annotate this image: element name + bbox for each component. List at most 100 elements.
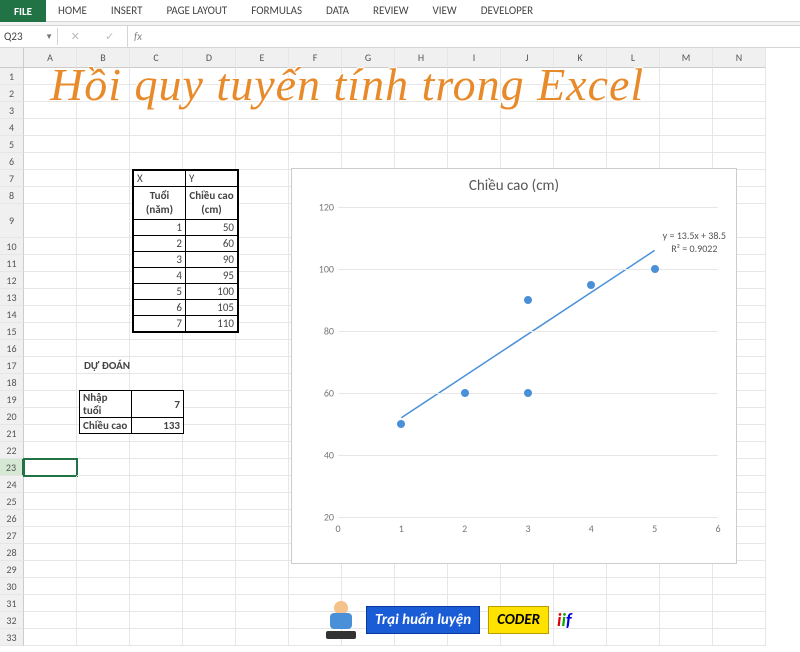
cell[interactable]: [24, 323, 77, 340]
cell[interactable]: [607, 629, 660, 646]
fx-icon[interactable]: fx: [128, 30, 148, 43]
cancel-icon[interactable]: ✕: [71, 30, 80, 43]
row-header-8[interactable]: 8: [0, 187, 24, 204]
cell[interactable]: 100: [186, 284, 238, 300]
cell[interactable]: [236, 255, 289, 272]
row-header-5[interactable]: 5: [0, 136, 24, 153]
cell[interactable]: [183, 561, 236, 578]
row-header-1[interactable]: 1: [0, 68, 24, 85]
cell[interactable]: [183, 510, 236, 527]
cell[interactable]: [77, 204, 130, 238]
cell[interactable]: [77, 595, 130, 612]
grid[interactable]: ABCDEFGHIJKLMN Hồi quy tuyến tính trong …: [24, 48, 800, 652]
row-header-20[interactable]: 20: [0, 408, 24, 425]
cell[interactable]: [660, 629, 713, 646]
cell[interactable]: [77, 153, 130, 170]
cell[interactable]: [183, 425, 236, 442]
cell[interactable]: [77, 476, 130, 493]
cell[interactable]: 95: [186, 268, 238, 284]
row-header-11[interactable]: 11: [0, 255, 24, 272]
tab-formulas[interactable]: FORMULAS: [239, 0, 314, 21]
cell[interactable]: [342, 578, 395, 595]
cell[interactable]: [289, 119, 342, 136]
cell[interactable]: [130, 136, 183, 153]
row-header-2[interactable]: 2: [0, 85, 24, 102]
cell[interactable]: [77, 340, 130, 357]
cell[interactable]: [183, 595, 236, 612]
cell[interactable]: [713, 85, 766, 102]
cell[interactable]: [77, 527, 130, 544]
cell[interactable]: [24, 595, 77, 612]
cell[interactable]: [236, 442, 289, 459]
name-box[interactable]: Q23 ▼: [0, 28, 58, 45]
cell[interactable]: [236, 612, 289, 629]
cell[interactable]: [77, 255, 130, 272]
cell[interactable]: 6: [134, 300, 186, 316]
cell[interactable]: [607, 119, 660, 136]
cell[interactable]: [24, 153, 77, 170]
cell[interactable]: [24, 340, 77, 357]
cell[interactable]: [607, 595, 660, 612]
cell[interactable]: [24, 612, 77, 629]
cell[interactable]: [77, 136, 130, 153]
cell[interactable]: [236, 153, 289, 170]
cell[interactable]: [77, 612, 130, 629]
cell[interactable]: [183, 612, 236, 629]
row-header-22[interactable]: 22: [0, 442, 24, 459]
cell[interactable]: [24, 391, 77, 408]
cell[interactable]: [236, 204, 289, 238]
cell[interactable]: [77, 238, 130, 255]
cell[interactable]: [713, 578, 766, 595]
cell[interactable]: 7: [134, 316, 186, 332]
cell[interactable]: [183, 357, 236, 374]
cell[interactable]: 2: [134, 236, 186, 252]
row-header-16[interactable]: 16: [0, 340, 24, 357]
cell[interactable]: [77, 289, 130, 306]
cell[interactable]: [130, 442, 183, 459]
cell[interactable]: [77, 510, 130, 527]
cell[interactable]: [130, 561, 183, 578]
cell[interactable]: [236, 459, 289, 476]
cell[interactable]: [236, 578, 289, 595]
cell[interactable]: [24, 510, 77, 527]
cell[interactable]: [130, 493, 183, 510]
cell[interactable]: [130, 340, 183, 357]
cell[interactable]: [24, 629, 77, 646]
cell[interactable]: [130, 357, 183, 374]
row-header-17[interactable]: 17: [0, 357, 24, 374]
cell[interactable]: [289, 578, 342, 595]
cell[interactable]: [183, 527, 236, 544]
predict-age-value[interactable]: 7: [132, 391, 184, 418]
cell[interactable]: [713, 629, 766, 646]
cell[interactable]: 3: [134, 252, 186, 268]
select-all-corner[interactable]: [0, 48, 24, 68]
cell[interactable]: [130, 476, 183, 493]
cell[interactable]: [713, 68, 766, 85]
cell[interactable]: [24, 544, 77, 561]
cell[interactable]: [289, 136, 342, 153]
cell[interactable]: [713, 119, 766, 136]
cell[interactable]: [236, 170, 289, 187]
cell[interactable]: [24, 357, 77, 374]
cell[interactable]: 5: [134, 284, 186, 300]
row-header-14[interactable]: 14: [0, 306, 24, 323]
cell[interactable]: [24, 425, 77, 442]
cell[interactable]: [24, 561, 77, 578]
cell[interactable]: [395, 119, 448, 136]
row-header-4[interactable]: 4: [0, 119, 24, 136]
cell[interactable]: [236, 272, 289, 289]
cell[interactable]: [607, 612, 660, 629]
cell[interactable]: [607, 136, 660, 153]
cell[interactable]: [183, 374, 236, 391]
cell[interactable]: [660, 85, 713, 102]
formula-input[interactable]: [148, 35, 800, 39]
cell[interactable]: [183, 340, 236, 357]
row-header-13[interactable]: 13: [0, 289, 24, 306]
tab-review[interactable]: REVIEW: [361, 0, 421, 21]
cell[interactable]: [77, 459, 130, 476]
row-header-15[interactable]: 15: [0, 323, 24, 340]
cell[interactable]: [236, 323, 289, 340]
cell[interactable]: [24, 459, 77, 476]
cell[interactable]: [77, 306, 130, 323]
cell[interactable]: [236, 408, 289, 425]
